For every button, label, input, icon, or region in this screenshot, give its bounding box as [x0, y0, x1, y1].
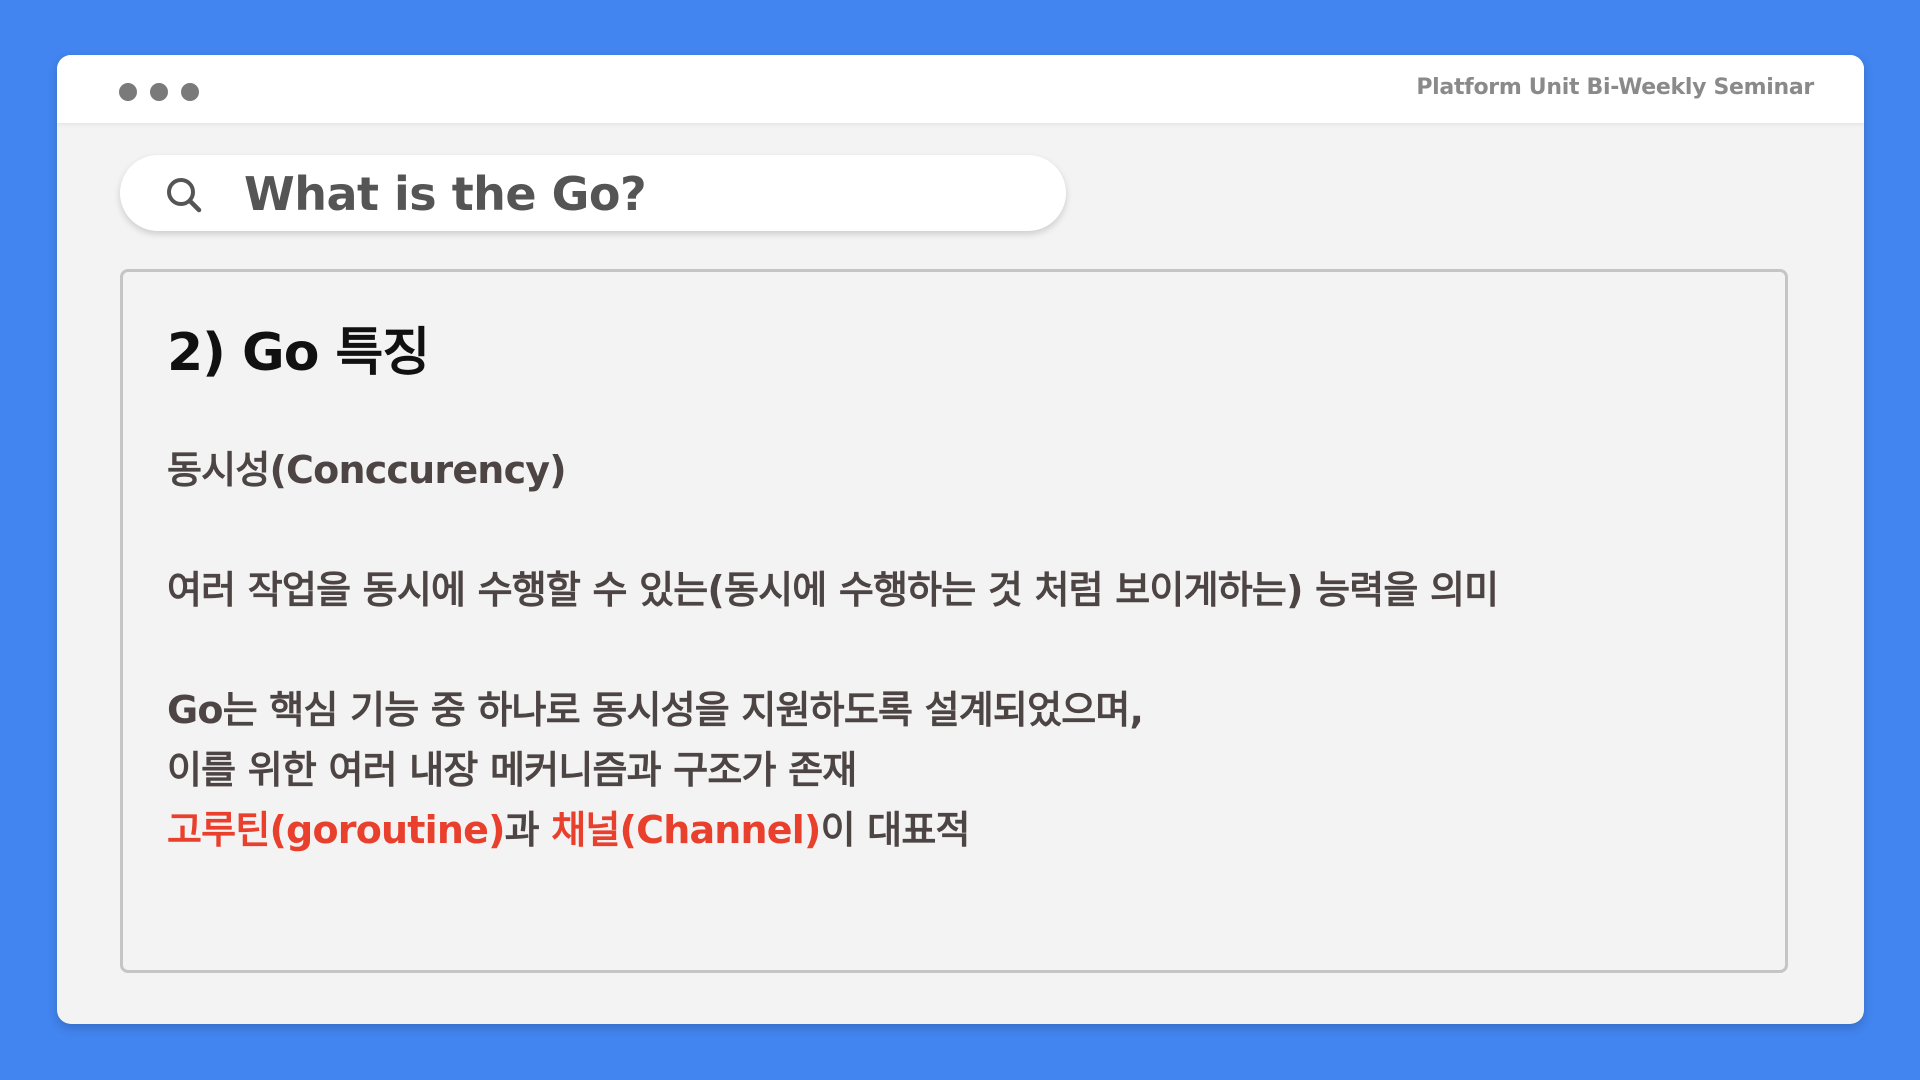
window-title: Platform Unit Bi-Weekly Seminar — [1416, 75, 1814, 100]
content-panel: 2) Go 특징 동시성(Conccurency) 여러 작업을 동시에 수행할… — [120, 269, 1788, 973]
support-text: Go는 핵심 기능 중 하나로 동시성을 지원하도록 설계되었으며, 이를 위한… — [167, 680, 1144, 800]
window-dot-icon[interactable] — [181, 83, 199, 101]
definition-text: 여러 작업을 동시에 수행할 수 있는(동시에 수행하는 것 처럼 보이게하는)… — [167, 568, 1499, 612]
topic-text: 동시성(Conccurency) — [167, 448, 567, 492]
search-icon — [167, 178, 202, 213]
summary-tail: 이 대표적 — [820, 808, 971, 852]
window-dot-icon[interactable] — [150, 83, 168, 101]
search-query: What is the Go? — [244, 167, 647, 221]
support-line-2: 이를 위한 여러 내장 메커니즘과 구조가 존재 — [167, 748, 857, 792]
channel-highlight: 채널(Channel) — [551, 808, 821, 852]
window-controls — [119, 83, 199, 101]
window-dot-icon[interactable] — [119, 83, 137, 101]
browser-window: Platform Unit Bi-Weekly Seminar What is … — [57, 55, 1864, 1024]
slide-heading: 2) Go 특징 — [167, 323, 430, 383]
search-bar[interactable]: What is the Go? — [120, 155, 1066, 231]
title-bar: Platform Unit Bi-Weekly Seminar — [57, 55, 1864, 123]
summary-connector: 과 — [504, 808, 552, 852]
summary-text: 고루틴(goroutine)과 채널(Channel)이 대표적 — [167, 800, 970, 860]
support-line-1: Go는 핵심 기능 중 하나로 동시성을 지원하도록 설계되었으며, — [167, 688, 1144, 732]
goroutine-highlight: 고루틴(goroutine) — [167, 808, 505, 852]
